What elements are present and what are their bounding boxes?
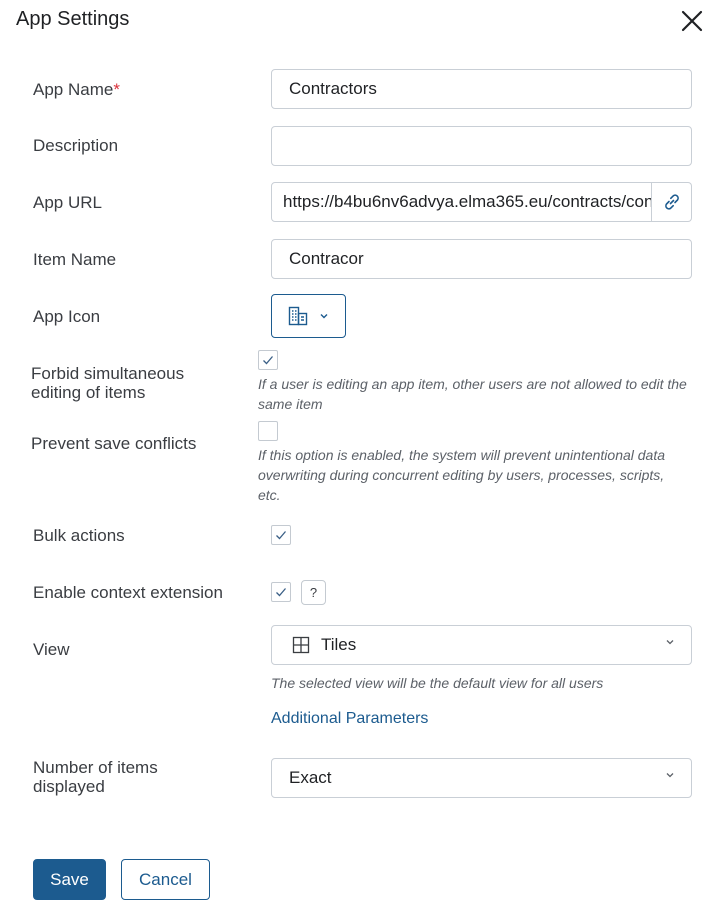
- prevent-conflicts-label: Prevent save conflicts: [31, 434, 197, 453]
- close-icon: [681, 10, 703, 32]
- chevron-down-icon: [666, 773, 674, 778]
- item-name-label: Item Name: [33, 250, 117, 269]
- app-url-input[interactable]: https://b4bu6nv6advya.elma365.eu/contrac…: [271, 182, 652, 222]
- view-select-value: Tiles: [321, 635, 357, 654]
- app-icon-label: App Icon: [33, 307, 101, 326]
- view-label: View: [33, 640, 70, 659]
- save-button[interactable]: Save: [33, 859, 106, 900]
- help-icon: ?: [309, 585, 318, 600]
- items-displayed-select[interactable]: Exact: [271, 758, 692, 798]
- app-icon-select[interactable]: [271, 294, 346, 338]
- description-label: Description: [33, 136, 119, 155]
- help-button[interactable]: ?: [301, 580, 326, 605]
- context-extension-checkbox[interactable]: [271, 582, 291, 602]
- view-hint: The selected view will be the default vi…: [271, 675, 604, 691]
- forbid-editing-checkbox[interactable]: [258, 350, 278, 370]
- items-displayed-value: Exact: [289, 768, 332, 787]
- bulk-actions-label: Bulk actions: [33, 526, 125, 545]
- prevent-conflicts-checkbox[interactable]: [258, 421, 278, 441]
- items-displayed-label: Number of items displayed: [33, 758, 158, 796]
- chevron-down-icon: [666, 640, 674, 645]
- dialog-title: App Settings: [16, 8, 130, 30]
- app-url-label: App URL: [33, 193, 102, 212]
- bulk-actions-checkbox[interactable]: [271, 525, 291, 545]
- cancel-button[interactable]: Cancel: [121, 859, 210, 900]
- app-name-input[interactable]: Contractors: [271, 69, 692, 109]
- forbid-editing-hint: If a user is editing an app item, other …: [258, 376, 687, 412]
- prevent-conflicts-hint: If this option is enabled, the system wi…: [258, 447, 666, 503]
- link-icon: [664, 194, 679, 210]
- required-mark: *: [113, 80, 120, 99]
- item-name-input[interactable]: Contracor: [271, 239, 692, 279]
- copy-link-button[interactable]: [652, 182, 692, 222]
- checkmark-icon: [276, 531, 286, 540]
- app-name-label: App Name*: [33, 80, 120, 99]
- forbid-editing-label: Forbid simultaneous editing of items: [31, 364, 185, 402]
- checkmark-icon: [263, 356, 273, 365]
- view-select[interactable]: Tiles: [271, 625, 692, 665]
- context-extension-label: Enable context extension: [33, 583, 223, 602]
- tiles-icon: [292, 636, 310, 654]
- additional-parameters-link[interactable]: Additional Parameters: [271, 710, 428, 728]
- chevron-down-icon: [320, 314, 328, 319]
- description-input[interactable]: [271, 126, 692, 166]
- building-icon: [288, 306, 308, 326]
- close-button[interactable]: [680, 9, 704, 33]
- checkmark-icon: [276, 588, 286, 597]
